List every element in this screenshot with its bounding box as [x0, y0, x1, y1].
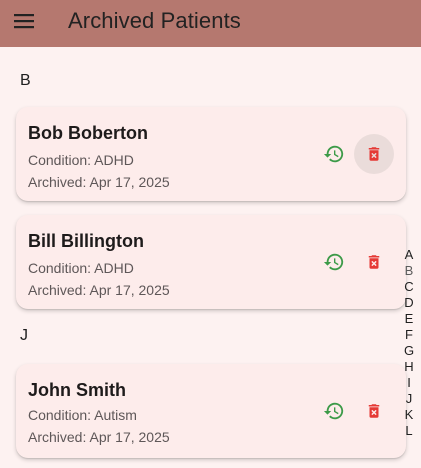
patient-card-bob-boberton[interactable]: Bob Boberton Condition: ADHD Archived: A…	[16, 107, 406, 201]
alpha-index-letter-c[interactable]: C	[403, 279, 415, 295]
alpha-index-letter-l[interactable]: L	[403, 423, 415, 439]
restore-button[interactable]	[314, 134, 354, 174]
alpha-index-letter-g[interactable]: G	[403, 343, 415, 359]
menu-button[interactable]	[13, 10, 35, 32]
patient-condition: Condition: ADHD	[28, 260, 134, 276]
patient-condition: Condition: Autism	[28, 407, 137, 423]
restore-icon	[323, 402, 344, 420]
delete-icon	[368, 404, 380, 418]
patient-name: Bob Boberton	[28, 123, 148, 143]
page-title: Archived Patients	[68, 8, 241, 33]
delete-icon	[368, 255, 380, 269]
patient-card-john-smith[interactable]: John Smith Condition: Autism Archived: A…	[16, 364, 406, 458]
patient-condition: Condition: ADHD	[28, 152, 134, 168]
delete-button[interactable]	[354, 391, 394, 431]
section-header-j: J	[20, 327, 28, 344]
patient-archived-date: Archived: Apr 17, 2025	[28, 429, 170, 445]
delete-icon	[368, 147, 380, 161]
alpha-index-letter-d[interactable]: D	[403, 295, 415, 311]
delete-button[interactable]	[354, 134, 394, 174]
section-header-b: B	[20, 72, 31, 89]
restore-icon	[323, 145, 344, 163]
alphabet-index: A B C D E F G H I J K L	[403, 247, 415, 439]
delete-button[interactable]	[354, 242, 394, 282]
alpha-index-letter-k[interactable]: K	[403, 407, 415, 423]
patient-name: John Smith	[28, 380, 126, 400]
patient-archived-date: Archived: Apr 17, 2025	[28, 282, 170, 298]
menu-icon	[14, 14, 34, 29]
alpha-index-letter-a[interactable]: A	[403, 247, 415, 263]
restore-icon	[323, 253, 344, 271]
app-bar: Archived Patients	[0, 0, 421, 47]
patient-card-bill-billington[interactable]: Bill Billington Condition: ADHD Archived…	[16, 215, 406, 309]
alpha-index-letter-i[interactable]: I	[403, 375, 415, 391]
patient-archived-date: Archived: Apr 17, 2025	[28, 174, 170, 190]
alpha-index-letter-b[interactable]: B	[403, 263, 415, 279]
restore-button[interactable]	[314, 242, 354, 282]
alpha-index-letter-j[interactable]: J	[403, 391, 415, 407]
patient-name: Bill Billington	[28, 231, 144, 251]
alpha-index-letter-f[interactable]: F	[403, 327, 415, 343]
alpha-index-letter-e[interactable]: E	[403, 311, 415, 327]
alpha-index-letter-h[interactable]: H	[403, 359, 415, 375]
restore-button[interactable]	[314, 391, 354, 431]
